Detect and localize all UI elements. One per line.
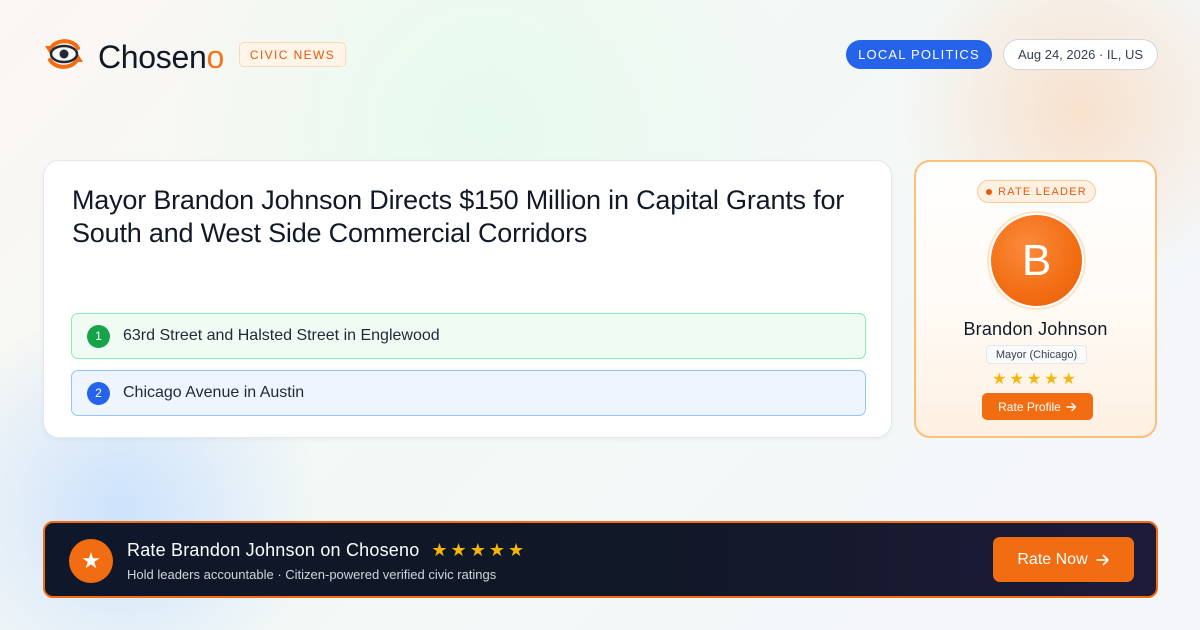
point-text: 63rd Street and Halsted Street in Englew… (123, 327, 440, 344)
point-number-badge: 2 (87, 381, 110, 405)
key-point-1: 1 63rd Street and Halsted Street in Engl… (71, 313, 866, 359)
leader-card: RATE LEADER B Brandon Johnson Mayor (Chi… (914, 160, 1157, 438)
rate-leader-badge: RATE LEADER (977, 180, 1096, 203)
rate-now-label: Rate Now (1017, 550, 1088, 568)
date-location-pill: Aug 24, 2026 · IL, US (1003, 39, 1158, 70)
rate-cta-banner: ★ Rate Brandon Johnson on Choseno ★★★★★ … (43, 521, 1158, 598)
avatar: B (991, 215, 1082, 306)
rate-leader-label: RATE LEADER (998, 185, 1087, 198)
point-number-badge: 1 (87, 324, 110, 348)
rate-profile-button[interactable]: Rate Profile (982, 393, 1093, 420)
civic-news-badge: CIVIC NEWS (239, 42, 346, 67)
rate-profile-label: Rate Profile (998, 399, 1061, 414)
rating-stars: ★★★★★ (992, 371, 1079, 388)
arrow-right-icon (1066, 402, 1077, 412)
rate-now-button[interactable]: Rate Now (993, 537, 1134, 582)
brand-name-accent: o (206, 38, 225, 75)
brand-name: Choseno (98, 39, 224, 75)
role-badge: Mayor (Chicago) (986, 345, 1087, 364)
arrow-right-icon (1095, 554, 1110, 566)
leader-name: Brandon Johnson (963, 319, 1108, 339)
cta-subtitle: Hold leaders accountable · Citizen-power… (127, 567, 497, 582)
star-icon: ★ (69, 539, 113, 583)
cta-rating-stars: ★★★★★ (431, 540, 528, 560)
brand-logo[interactable]: Choseno (44, 36, 224, 77)
headline-card: Mayor Brandon Johnson Directs $150 Milli… (43, 160, 892, 438)
avatar-ring: B (987, 211, 1086, 310)
eye-refresh-icon (44, 36, 84, 77)
article-headline: Mayor Brandon Johnson Directs $150 Milli… (72, 185, 845, 248)
brand-name-main: Chosen (98, 38, 207, 75)
dot-icon (986, 188, 993, 195)
key-point-2: 2 Chicago Avenue in Austin (71, 370, 866, 416)
topic-pill[interactable]: LOCAL POLITICS (846, 40, 992, 69)
point-text: Chicago Avenue in Austin (123, 384, 305, 401)
cta-title-row: Rate Brandon Johnson on Choseno ★★★★★ (127, 540, 527, 561)
cta-title: Rate Brandon Johnson on Choseno (127, 540, 420, 560)
